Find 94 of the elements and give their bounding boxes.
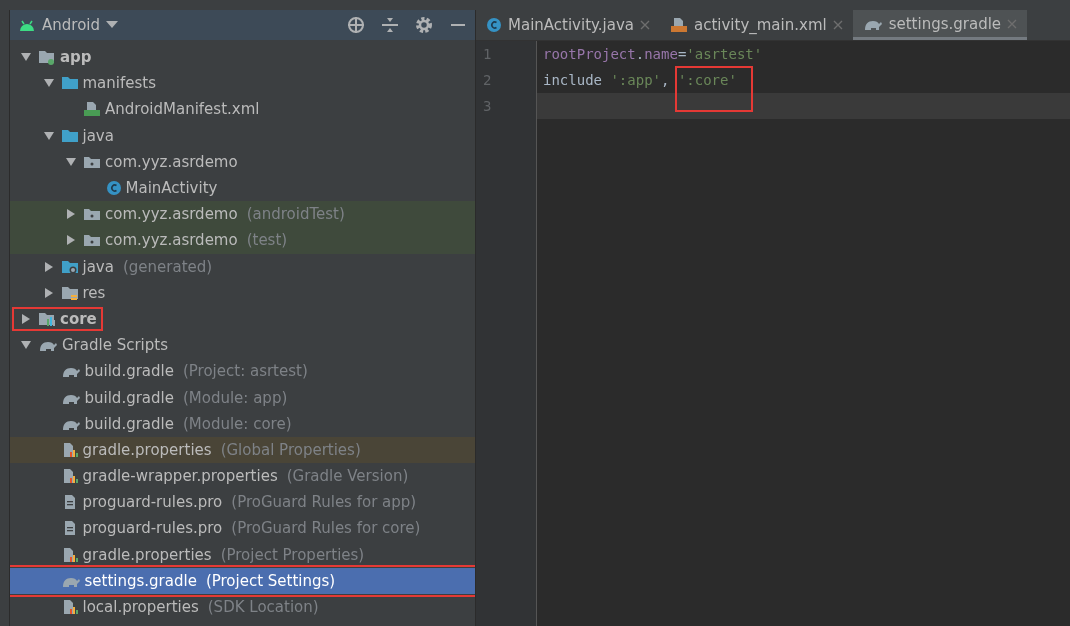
folder-icon	[60, 258, 79, 275]
folder-icon	[60, 127, 79, 144]
expanded-arrow-icon[interactable]	[65, 155, 77, 168]
tree-item[interactable]: gradle-wrapper.properties (Gradle Version)	[10, 463, 475, 490]
item-label: com.yyz.asrdemo	[105, 231, 238, 250]
collapsed-arrow-icon[interactable]	[65, 208, 77, 221]
item-hint: (Module: core)	[182, 414, 292, 433]
editor-tab[interactable]: MainActivity.java	[476, 10, 660, 40]
tree-item[interactable]: build.gradle (Module: core)	[10, 410, 475, 437]
item-hint: (ProGuard Rules for app)	[231, 493, 417, 512]
tree-item[interactable]: com.yyz.asrdemo (androidTest)	[10, 201, 475, 228]
crosshair-icon[interactable]	[347, 16, 365, 34]
editor-tab[interactable]: settings.gradle	[852, 10, 1028, 40]
item-label: gradle-wrapper.properties	[82, 467, 278, 486]
tree-item[interactable]: MainActivity	[10, 174, 475, 202]
item-hint: (test)	[246, 231, 288, 250]
item-label: build.gradle	[84, 362, 174, 381]
item-label: AndroidManifest.xml	[105, 100, 260, 119]
tree-item[interactable]: gradle.properties (Project Properties)	[10, 541, 475, 568]
package-icon	[83, 206, 101, 223]
tree-item[interactable]: gradle.properties (Global Properties)	[10, 436, 475, 463]
code-token: rootProject	[543, 46, 636, 62]
item-label: settings.gradle	[84, 571, 197, 590]
tree-item[interactable]: com.yyz.asrdemo	[10, 148, 475, 175]
tree-item[interactable]: Gradle Scripts	[10, 332, 475, 359]
item-label: res	[82, 283, 106, 302]
item-label: gradle.properties	[82, 440, 212, 459]
tree-item[interactable]: java (generated)	[10, 253, 475, 280]
item-label: app	[60, 48, 92, 67]
settings-icon[interactable]	[415, 16, 433, 34]
item-hint: (Gradle Version)	[286, 467, 409, 486]
expanded-arrow-icon[interactable]	[42, 129, 55, 142]
tree-item[interactable]: com.yyz.asrdemo (test)	[10, 227, 475, 254]
item-hint: (ProGuard Rules for core)	[231, 519, 421, 538]
tree-item[interactable]: build.gradle (Project: asrtest)	[10, 358, 475, 385]
tree-item[interactable]: proguard-rules.pro (ProGuard Rules for core)	[10, 515, 475, 542]
item-hint: (Project Settings)	[205, 571, 336, 590]
tree-item[interactable]: app	[10, 44, 475, 71]
module-folder-icon	[38, 310, 56, 327]
collapse-all-icon[interactable]	[381, 16, 399, 34]
item-label: proguard-rules.pro	[82, 493, 223, 512]
code-token: 'asrtest'	[686, 46, 763, 62]
item-label: proguard-rules.pro	[82, 519, 223, 538]
dropdown-caret-icon[interactable]	[106, 21, 118, 29]
android-icon	[18, 18, 36, 32]
class-icon	[105, 180, 122, 197]
tree-item[interactable]: core	[10, 305, 475, 333]
item-label: local.properties	[82, 598, 199, 617]
tree-item[interactable]: java	[10, 122, 475, 149]
layout-file-icon	[669, 17, 688, 33]
item-hint: (generated)	[122, 257, 213, 276]
collapsed-arrow-icon[interactable]	[42, 286, 55, 299]
item-label: com.yyz.asrdemo	[105, 205, 238, 224]
class-icon	[486, 17, 502, 33]
package-icon	[83, 232, 101, 249]
item-hint: (SDK Location)	[207, 598, 319, 617]
item-hint: (Module: app)	[182, 388, 288, 407]
code-token: .	[635, 46, 645, 62]
item-hint: (androidTest)	[246, 205, 345, 224]
item-label: Gradle Scripts	[62, 336, 168, 355]
view-selector[interactable]: Android	[42, 16, 100, 34]
folder-icon	[60, 75, 79, 92]
item-hint: (Global Properties)	[220, 440, 361, 459]
item-label: java	[82, 126, 114, 145]
editor-tab[interactable]: activity_main.xml	[659, 10, 853, 40]
item-hint: (Project Properties)	[220, 545, 365, 564]
item-label: java	[82, 257, 114, 276]
item-label: build.gradle	[84, 414, 174, 433]
collapsed-arrow-icon[interactable]	[42, 260, 55, 273]
collapsed-arrow-icon[interactable]	[65, 234, 77, 247]
collapsed-arrow-icon[interactable]	[20, 312, 32, 325]
tree-item[interactable]: manifests	[10, 70, 475, 97]
code-token: =	[677, 46, 687, 62]
item-label: gradle.properties	[82, 545, 212, 564]
code-token: ':app'	[610, 72, 661, 88]
tree-item[interactable]: res	[10, 279, 475, 306]
tree-item[interactable]: proguard-rules.pro (ProGuard Rules for app)	[10, 489, 475, 516]
manifest-file-icon	[83, 101, 101, 118]
folder-icon	[60, 284, 79, 301]
tree-item[interactable]: local.properties (SDK Location)	[10, 593, 475, 621]
code-token: include	[543, 72, 603, 88]
tree-item[interactable]: settings.gradle (Project Settings)	[10, 567, 475, 594]
item-label: manifests	[82, 74, 156, 93]
code-token: ,	[661, 72, 671, 88]
item-hint: (Project: asrtest)	[182, 362, 308, 381]
item-label: core	[60, 309, 97, 328]
item-label: com.yyz.asrdemo	[105, 152, 238, 171]
code-token: name	[644, 46, 678, 62]
tree-item[interactable]: AndroidManifest.xml	[10, 96, 475, 123]
code-token: ':core'	[677, 72, 737, 88]
tree-item[interactable]: build.gradle (Module: app)	[10, 384, 475, 411]
module-folder-icon	[38, 49, 56, 66]
item-label: MainActivity	[125, 179, 218, 198]
item-label: build.gradle	[84, 388, 174, 407]
